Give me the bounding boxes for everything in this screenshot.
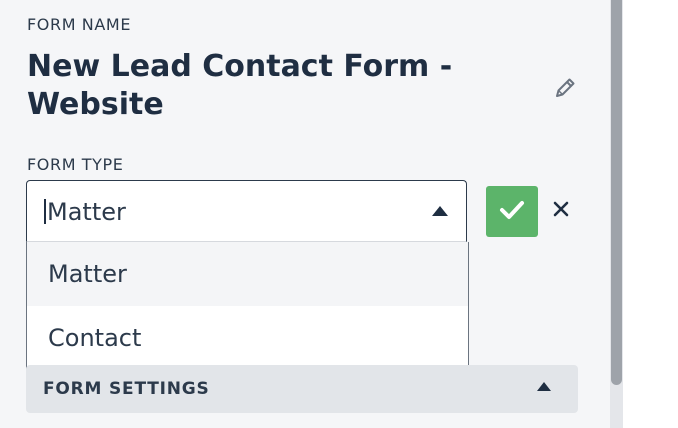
dropdown-option-matter[interactable]: Matter [27, 242, 468, 306]
form-type-label: FORM TYPE [27, 155, 124, 174]
text-caret [44, 199, 46, 224]
chevron-up-icon[interactable] [432, 206, 448, 216]
form-details-panel: FORM NAME New Lead Contact Form - Websit… [0, 0, 610, 428]
form-type-selected-value[interactable]: Matter [47, 198, 126, 226]
form-settings-section-header[interactable]: FORM SETTINGS [26, 365, 578, 413]
close-icon [552, 200, 570, 222]
form-type-select[interactable]: Matter [26, 180, 467, 242]
form-name-label: FORM NAME [27, 15, 132, 34]
form-name-title: New Lead Contact Form - Website [27, 49, 453, 122]
cancel-button[interactable] [549, 199, 573, 223]
pencil-icon[interactable] [551, 74, 579, 102]
chevron-up-icon [537, 382, 551, 391]
scrollbar-thumb[interactable] [611, 0, 622, 385]
confirm-button[interactable] [486, 186, 538, 237]
checkmark-icon [499, 199, 525, 225]
form-type-dropdown: Matter Contact [26, 242, 469, 373]
dropdown-option-contact[interactable]: Contact [27, 306, 468, 370]
form-settings-label: FORM SETTINGS [43, 379, 210, 399]
